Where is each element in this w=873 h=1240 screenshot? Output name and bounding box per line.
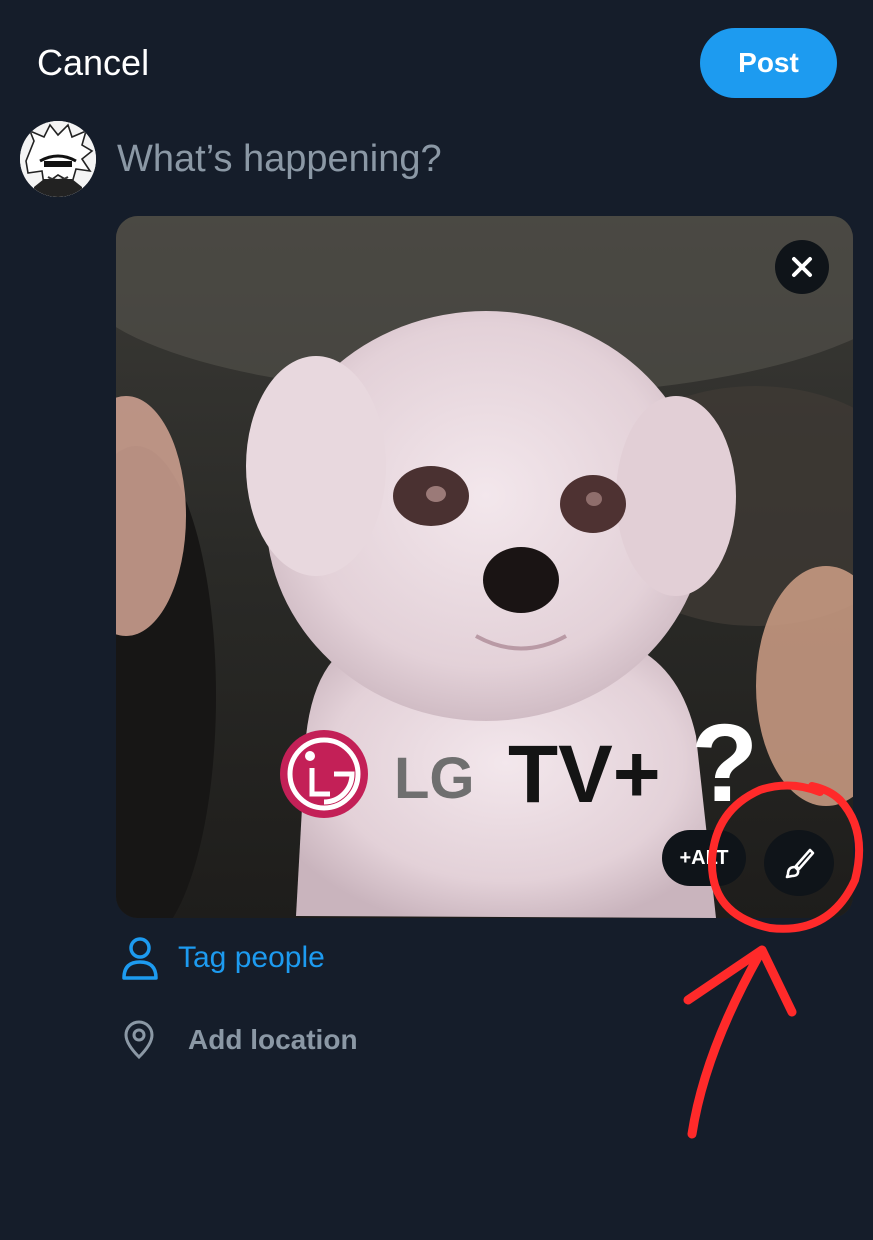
close-icon <box>792 257 812 277</box>
tag-people-label: Tag people <box>178 941 325 974</box>
top-bar: Cancel Post <box>0 0 873 110</box>
add-location-label: Add location <box>188 1024 358 1055</box>
avatar[interactable] <box>20 121 96 197</box>
lg-logo <box>280 730 368 818</box>
annotation-arrow <box>683 945 797 1139</box>
lg-text: LG <box>394 746 475 811</box>
tag-people-row[interactable]: Tag people <box>120 936 325 980</box>
cancel-button[interactable]: Cancel <box>37 42 149 84</box>
compose-input[interactable]: What’s happening? <box>117 138 442 181</box>
add-location-row[interactable]: Add location <box>122 1020 358 1060</box>
dog-photo: LG TV+ ? <box>116 216 853 918</box>
edit-media-button[interactable] <box>764 830 834 896</box>
avatar-image <box>20 121 96 197</box>
post-button[interactable]: Post <box>700 28 837 98</box>
person-icon <box>122 937 158 980</box>
question-mark-text: ? <box>691 702 758 825</box>
media-attachment[interactable]: LG TV+ ? +ALT <box>116 216 853 918</box>
tv-plus-text: TV+ <box>508 729 661 820</box>
alt-text-button[interactable]: +ALT <box>662 830 746 886</box>
remove-media-button[interactable] <box>775 240 829 294</box>
paintbrush-icon <box>785 848 815 879</box>
location-pin-icon <box>124 1020 154 1060</box>
